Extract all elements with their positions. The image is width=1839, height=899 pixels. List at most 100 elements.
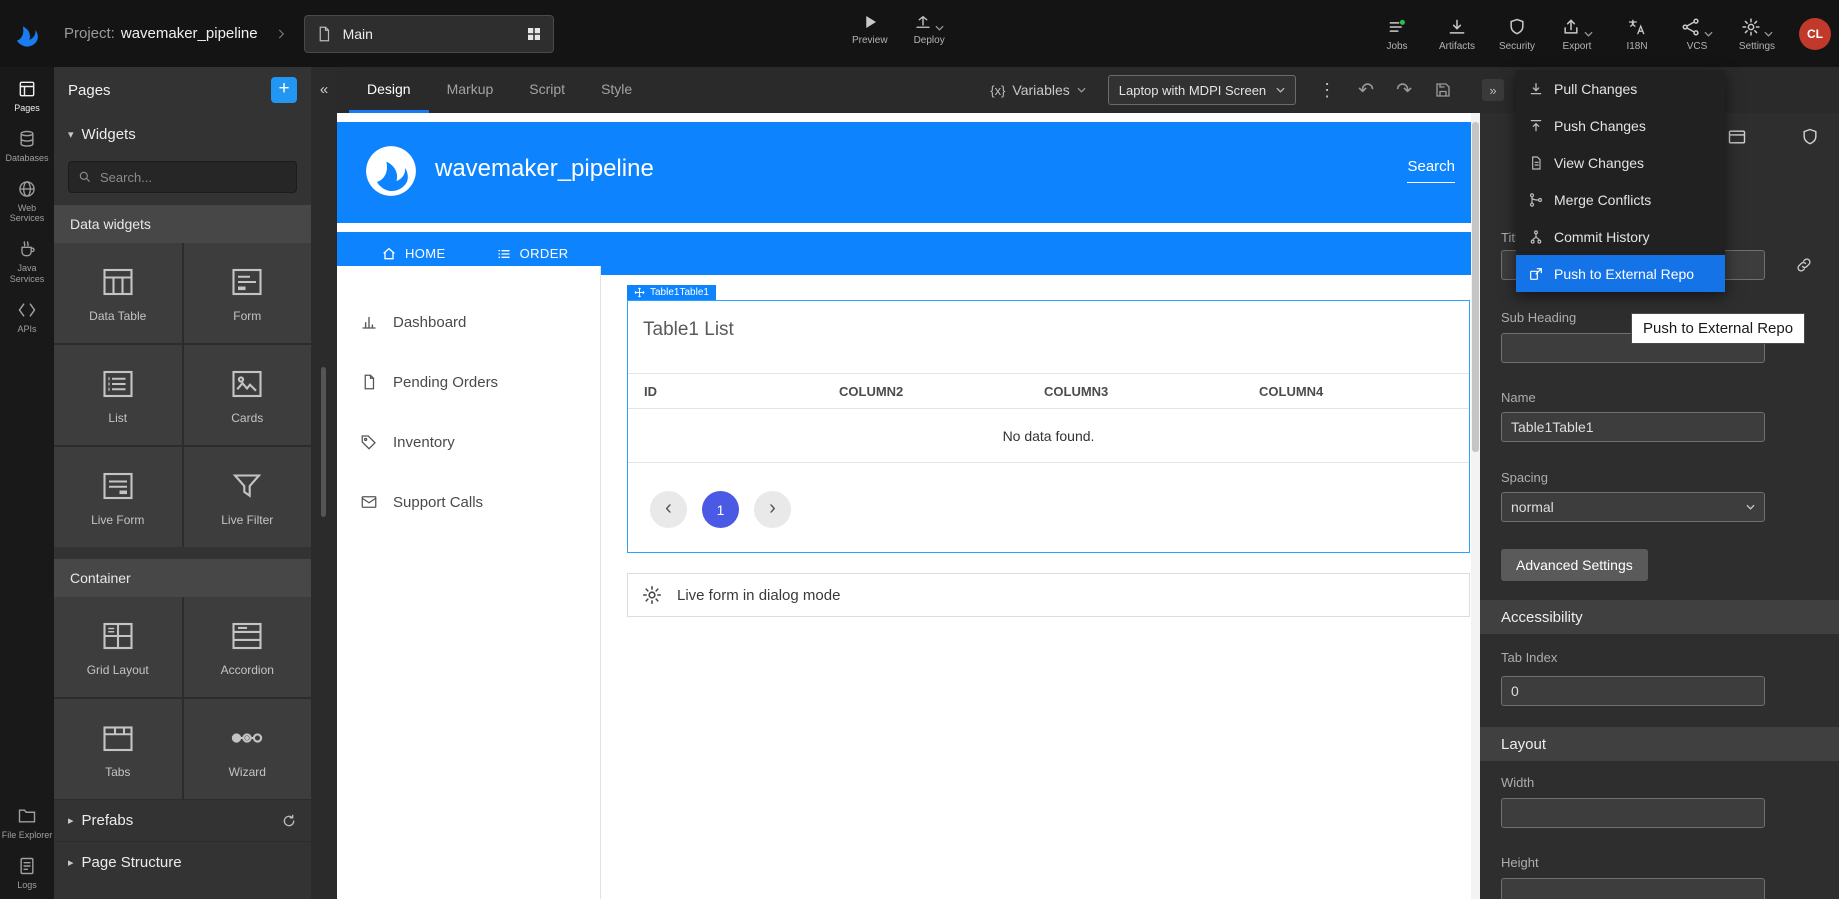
menu-item-dashboard[interactable]: Dashboard bbox=[337, 292, 600, 352]
height-field[interactable] bbox=[1501, 878, 1765, 899]
avatar[interactable]: CL bbox=[1799, 18, 1831, 50]
sidebar-item-file-explorer[interactable]: File Explorer bbox=[0, 806, 54, 841]
page-menu: Dashboard Pending Orders Inventory Suppo… bbox=[337, 266, 601, 899]
tab-index-field[interactable] bbox=[1501, 676, 1765, 706]
widget-tabs[interactable]: Tabs bbox=[54, 699, 182, 799]
sidebar-item-java-services[interactable]: Java Services bbox=[0, 239, 54, 285]
push-changes-icon bbox=[1528, 118, 1544, 134]
wizard-icon bbox=[229, 720, 265, 756]
artifacts-button[interactable]: Artifacts bbox=[1429, 15, 1485, 52]
prefabs-section-toggle[interactable]: ▸ Prefabs bbox=[54, 799, 311, 841]
sidebar-item-web-services[interactable]: Web Services bbox=[0, 179, 54, 225]
settings-button[interactable]: Settings bbox=[1729, 15, 1785, 52]
widget-cards[interactable]: Cards bbox=[184, 345, 312, 445]
widget-accordion[interactable]: Accordion bbox=[184, 597, 312, 697]
menu-item-merge-conflicts[interactable]: Merge Conflicts bbox=[1516, 181, 1725, 218]
link-icon[interactable] bbox=[1795, 256, 1813, 274]
menu-item-commit-history[interactable]: Commit History bbox=[1516, 218, 1725, 255]
undo-button[interactable]: ↶ bbox=[1358, 81, 1374, 100]
column-header[interactable]: COLUMN4 bbox=[1259, 384, 1323, 399]
page-grid-icon[interactable] bbox=[525, 25, 543, 43]
live-form-widget[interactable]: Live form in dialog mode bbox=[627, 573, 1470, 617]
widget-wizard[interactable]: Wizard bbox=[184, 699, 312, 799]
tab-markup[interactable]: Markup bbox=[429, 67, 512, 113]
scrollbar-thumb[interactable] bbox=[1472, 122, 1479, 452]
tab-index-label: Tab Index bbox=[1501, 650, 1557, 665]
tab-style[interactable]: Style bbox=[583, 67, 650, 113]
jobs-button[interactable]: Jobs bbox=[1369, 15, 1425, 52]
column-header[interactable]: COLUMN3 bbox=[1044, 384, 1108, 399]
databases-icon bbox=[17, 129, 37, 149]
pagination-next-button[interactable]: › bbox=[754, 491, 791, 528]
expand-panel-icon[interactable]: » bbox=[1482, 79, 1504, 101]
menu-item-view-changes[interactable]: View Changes bbox=[1516, 144, 1725, 181]
play-icon bbox=[861, 13, 879, 31]
security-button[interactable]: Security bbox=[1489, 15, 1545, 52]
variables-dropdown[interactable]: {x} Variables bbox=[990, 82, 1086, 98]
i18n-button[interactable]: I18N bbox=[1609, 15, 1665, 52]
menu-item-push-changes[interactable]: Push Changes bbox=[1516, 107, 1725, 144]
spacing-select[interactable]: normal bbox=[1501, 492, 1765, 522]
shield-icon[interactable] bbox=[1800, 127, 1820, 147]
advanced-settings-button[interactable]: Advanced Settings bbox=[1501, 549, 1648, 581]
export-button[interactable]: Export bbox=[1549, 15, 1605, 52]
sidebar-item-pages[interactable]: Pages bbox=[0, 79, 54, 114]
sidebar-item-apis[interactable]: APIs bbox=[0, 300, 54, 335]
name-field[interactable] bbox=[1501, 412, 1765, 442]
wavemaker-logo-icon[interactable] bbox=[0, 19, 54, 49]
widget-search[interactable] bbox=[68, 161, 297, 193]
preview-button[interactable]: Preview bbox=[852, 9, 888, 46]
accessibility-section-header[interactable]: Accessibility bbox=[1480, 600, 1839, 634]
overflow-menu-icon[interactable]: ⋮ bbox=[1318, 80, 1336, 101]
tab-script[interactable]: Script bbox=[511, 67, 583, 113]
panel-divider-strip: « bbox=[311, 67, 337, 899]
tab-design[interactable]: Design bbox=[349, 67, 429, 113]
selected-widget-tag[interactable]: Table1Table1 bbox=[627, 285, 716, 300]
refresh-icon[interactable] bbox=[281, 813, 297, 829]
vcs-button[interactable]: VCS bbox=[1669, 15, 1725, 52]
width-field[interactable] bbox=[1501, 798, 1765, 828]
live-filter-icon bbox=[229, 468, 265, 504]
sidebar-item-logs[interactable]: Logs bbox=[0, 856, 54, 891]
pagination-prev-button[interactable]: ‹ bbox=[650, 491, 687, 528]
device-select[interactable]: Laptop with MDPI Screen bbox=[1108, 75, 1296, 105]
column-header[interactable]: COLUMN2 bbox=[839, 384, 903, 399]
save-icon[interactable] bbox=[1434, 81, 1452, 99]
nav-item-order[interactable]: ORDER bbox=[496, 246, 569, 262]
widget-live-filter[interactable]: Live Filter bbox=[184, 447, 312, 547]
widget-live-form[interactable]: Live Form bbox=[54, 447, 182, 547]
widget-form[interactable]: Form bbox=[184, 243, 312, 343]
sidebar-item-databases[interactable]: Databases bbox=[0, 129, 54, 164]
settings-gear-icon bbox=[1741, 17, 1761, 37]
web-services-icon bbox=[17, 179, 37, 199]
pagination-page-1[interactable]: 1 bbox=[702, 491, 739, 528]
app-search-link[interactable]: Search bbox=[1407, 158, 1455, 183]
nav-item-home[interactable]: HOME bbox=[381, 246, 446, 262]
menu-item-pending-orders[interactable]: Pending Orders bbox=[337, 352, 600, 412]
add-page-button[interactable]: + bbox=[271, 77, 297, 103]
widget-list[interactable]: List bbox=[54, 345, 182, 445]
support-calls-icon bbox=[360, 493, 378, 511]
menu-item-support-calls[interactable]: Support Calls bbox=[337, 472, 600, 532]
widgets-section-toggle[interactable]: ▾ Widgets bbox=[54, 113, 311, 155]
widget-grid-layout[interactable]: Grid Layout bbox=[54, 597, 182, 697]
menu-item-push-to-external-repo[interactable]: Push to External Repo bbox=[1516, 255, 1725, 292]
search-input[interactable] bbox=[100, 170, 287, 185]
column-header[interactable]: ID bbox=[644, 384, 657, 399]
caret-down-icon bbox=[1276, 87, 1285, 93]
table1-list-widget[interactable]: Table1 List ID COLUMN2 COLUMN3 COLUMN4 N… bbox=[627, 300, 1470, 553]
collapse-panel-icon[interactable]: « bbox=[315, 81, 333, 98]
menu-item-pull-changes[interactable]: Pull Changes bbox=[1516, 70, 1725, 107]
page-structure-toggle[interactable]: ▸ Page Structure bbox=[54, 841, 311, 883]
deploy-button[interactable]: Deploy bbox=[914, 9, 945, 46]
card-icon[interactable] bbox=[1727, 127, 1747, 147]
layout-section-header[interactable]: Layout bbox=[1480, 727, 1839, 761]
page-selector[interactable]: Main bbox=[304, 15, 554, 53]
data-widgets-header: Data widgets bbox=[54, 205, 311, 243]
inventory-tag-icon bbox=[360, 433, 378, 451]
widget-data-table[interactable]: Data Table bbox=[54, 243, 182, 343]
canvas-scrollbar[interactable] bbox=[1471, 113, 1480, 899]
redo-button[interactable]: ↷ bbox=[1396, 81, 1412, 100]
menu-item-inventory[interactable]: Inventory bbox=[337, 412, 600, 472]
panel-scrollbar[interactable] bbox=[321, 367, 326, 517]
